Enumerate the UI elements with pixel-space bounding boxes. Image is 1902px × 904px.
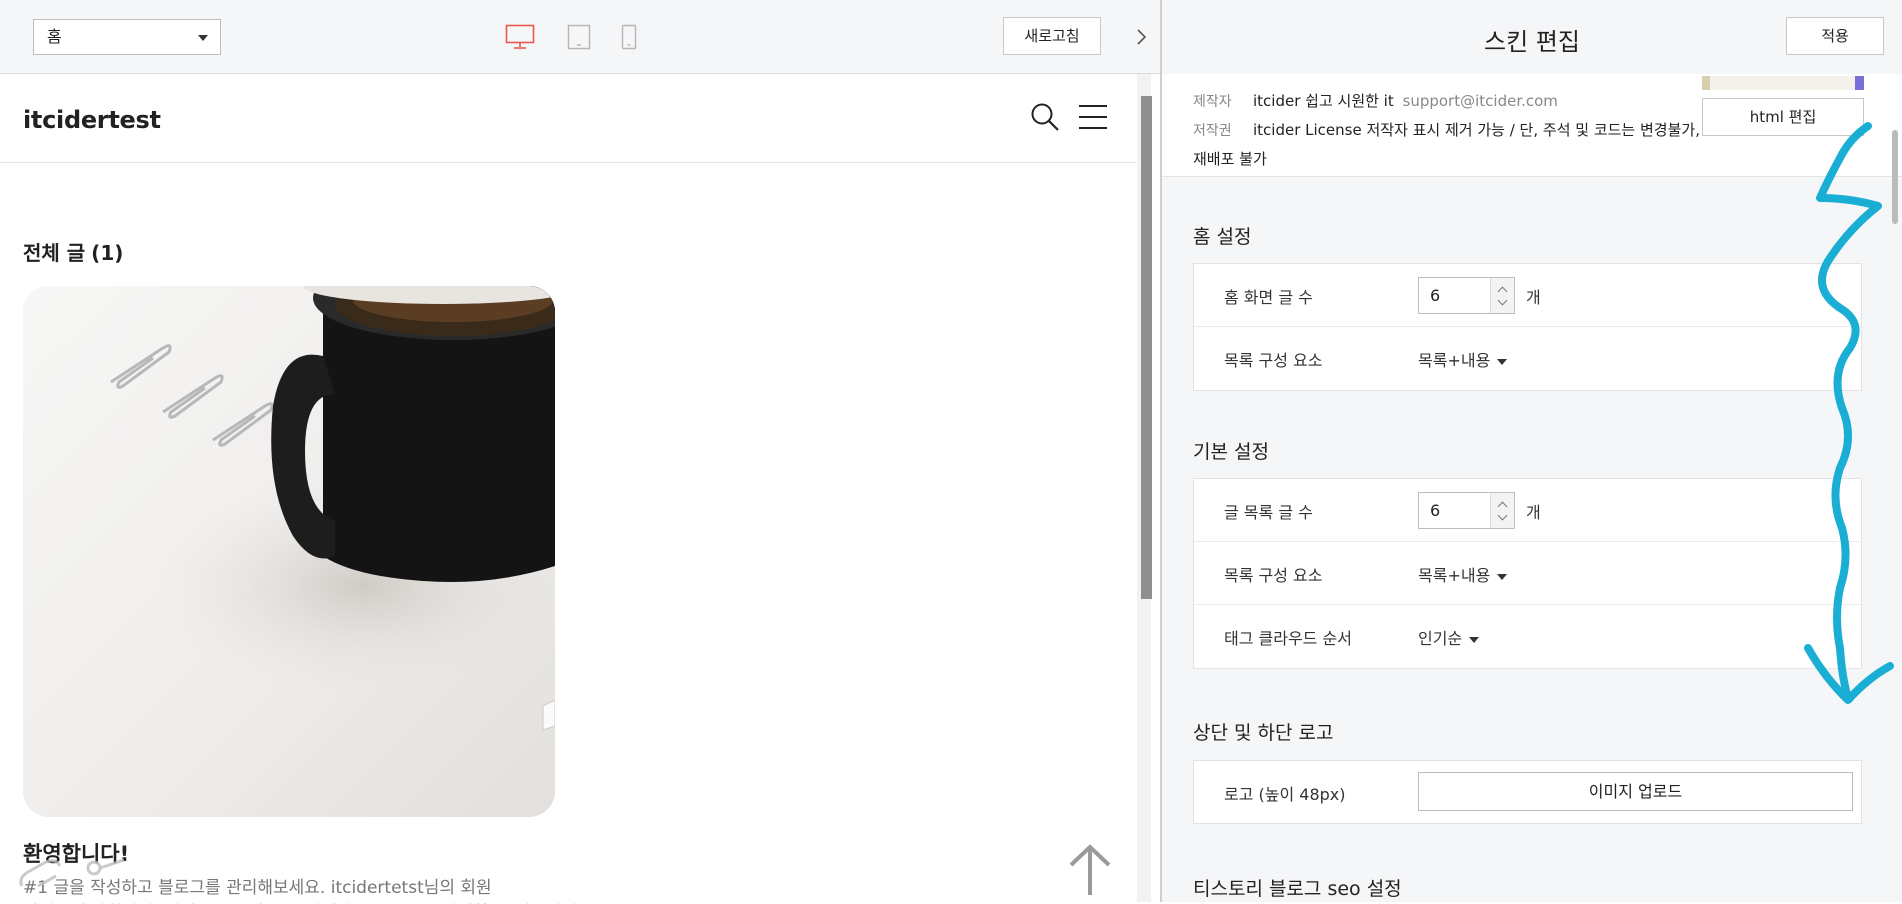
chevron-right-icon[interactable] xyxy=(1128,24,1154,50)
logo-settings-title: 상단 및 하단 로고 xyxy=(1193,722,1334,744)
home-components-label: 목록 구성 요소 xyxy=(1224,351,1323,370)
page-select[interactable]: 홈 xyxy=(33,19,221,55)
list-components-row: 목록 구성 요소 목록+내용 xyxy=(1194,542,1861,605)
apply-button[interactable]: 적용 xyxy=(1786,17,1884,55)
home-settings-title: 홈 설정 xyxy=(1193,226,1252,248)
preview-toolbar: 홈 새로고침 xyxy=(0,0,1161,74)
home-post-count-row: 홈 화면 글 수 6 개 xyxy=(1194,264,1861,327)
tag-order-value: 인기순 xyxy=(1418,629,1463,648)
caret-down-icon xyxy=(1497,358,1508,365)
logo-label: 로고 (높이 48px) xyxy=(1224,785,1346,804)
blog-header: itcidertest xyxy=(0,74,1137,163)
list-post-count-stepper[interactable]: 6 xyxy=(1418,492,1515,529)
home-components-row: 목록 구성 요소 목록+내용 xyxy=(1194,327,1861,390)
home-post-count-value: 6 xyxy=(1430,286,1441,305)
list-components-dropdown[interactable]: 목록+내용 xyxy=(1418,562,1508,586)
list-post-count-row: 글 목록 글 수 6 개 xyxy=(1194,479,1861,542)
license-label: 저작권 xyxy=(1193,123,1232,139)
home-post-count-label: 홈 화면 글 수 xyxy=(1224,288,1313,307)
home-post-count-unit: 개 xyxy=(1526,288,1541,307)
home-post-count-stepper[interactable]: 6 xyxy=(1418,277,1515,314)
logo-settings-card: 로고 (높이 48px) 이미지 업로드 xyxy=(1193,760,1862,824)
stepper-arrows-icon[interactable] xyxy=(1490,278,1514,313)
list-post-count-unit: 개 xyxy=(1526,503,1541,522)
license-value-2: 재배포 불가 xyxy=(1193,150,1267,168)
home-components-dropdown[interactable]: 목록+내용 xyxy=(1418,347,1508,371)
seo-settings-title: 티스토리 블로그 seo 설정 xyxy=(1193,878,1402,900)
license-row: 저작권 itcider License 저작자 표시 제거 가능 / 단, 주석 … xyxy=(1193,119,1700,140)
post-thumbnail[interactable] xyxy=(23,286,555,817)
caret-down-icon xyxy=(1497,573,1508,580)
tag-order-row: 태그 클라우드 순서 인기순 xyxy=(1194,605,1861,668)
scroll-top-icon[interactable] xyxy=(1068,843,1112,895)
refresh-button[interactable]: 새로고침 xyxy=(1003,17,1101,55)
link-icon xyxy=(19,858,125,888)
image-upload-button[interactable]: 이미지 업로드 xyxy=(1418,772,1853,811)
post-list-heading: 전체 글 (1) xyxy=(23,237,123,266)
author-row: 제작자 itcider 쉽고 시원한 it support@itcider.com xyxy=(1193,90,1558,111)
license-row-2: 재배포 불가 xyxy=(1193,148,1267,169)
home-settings-card: 홈 화면 글 수 6 개 목록 구성 요소 목록+내용 xyxy=(1193,263,1862,391)
tag-order-label: 태그 클라우드 순서 xyxy=(1224,629,1352,648)
stepper-arrows-icon[interactable] xyxy=(1490,493,1514,528)
author-label: 제작자 xyxy=(1193,94,1232,110)
list-components-label: 목록 구성 요소 xyxy=(1224,566,1323,585)
annotation-arrow-icon xyxy=(1804,122,1894,704)
editor-header: 스킨 편집 적용 xyxy=(1162,0,1902,74)
post-excerpt-line2: 가입을 축하합니다. 이제 블로그에 글을 작성하고 블로그를 관리할 수 있습… xyxy=(23,898,583,904)
post-list-title: 전체 글 xyxy=(23,241,86,265)
blog-title[interactable]: itcidertest xyxy=(23,106,161,134)
basic-settings-title: 기본 설정 xyxy=(1193,441,1269,463)
tablet-icon[interactable] xyxy=(567,24,591,50)
menu-icon[interactable] xyxy=(1079,104,1107,130)
list-components-value: 목록+내용 xyxy=(1418,566,1491,585)
preview-pane: 홈 새로고침 itcidertest 전체 글 (1) 환영합니다! #1 글을… xyxy=(0,0,1161,904)
search-icon[interactable] xyxy=(1030,102,1060,132)
skin-preview-thumbnail xyxy=(1702,76,1864,90)
list-post-count-label: 글 목록 글 수 xyxy=(1224,503,1313,522)
preview-scroll-thumb[interactable] xyxy=(1141,96,1152,599)
caret-down-icon xyxy=(1469,636,1480,643)
list-post-count-value: 6 xyxy=(1430,501,1441,520)
license-value: itcider License 저작자 표시 제거 가능 / 단, 주석 및 코… xyxy=(1253,121,1700,139)
author-email[interactable]: support@itcider.com xyxy=(1403,92,1558,110)
post-count: (1) xyxy=(91,241,124,265)
logo-row: 로고 (높이 48px) 이미지 업로드 xyxy=(1194,761,1861,823)
desktop-icon[interactable] xyxy=(505,24,535,50)
basic-settings-card: 글 목록 글 수 6 개 목록 구성 요소 목록+내용 태그 클라우드 순서 인… xyxy=(1193,478,1862,669)
page-select-value: 홈 xyxy=(47,27,62,46)
home-components-value: 목록+내용 xyxy=(1418,351,1491,370)
tag-order-dropdown[interactable]: 인기순 xyxy=(1418,625,1480,649)
mobile-icon[interactable] xyxy=(621,24,637,50)
chevron-down-icon xyxy=(198,35,208,41)
author-value: itcider 쉽고 시원한 it xyxy=(1253,92,1394,110)
coffee-mug-image xyxy=(23,286,555,817)
